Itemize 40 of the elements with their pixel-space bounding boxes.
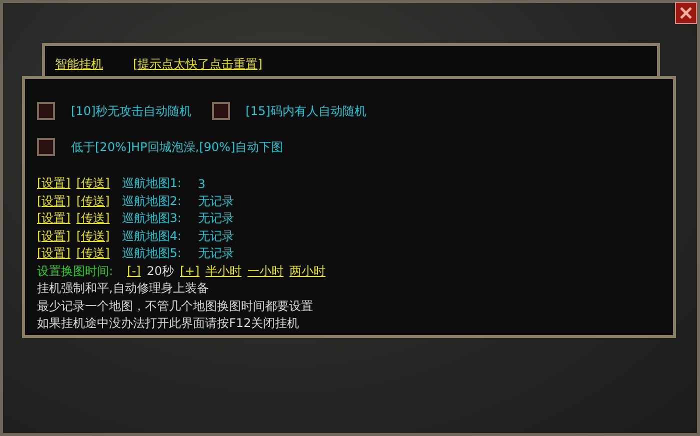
checkbox[interactable] <box>212 102 230 120</box>
time-label: 设置换图时间: <box>37 262 114 280</box>
set-link[interactable]: [设置] <box>37 228 70 245</box>
decrease-link[interactable]: [-] <box>127 264 141 278</box>
set-link[interactable]: [设置] <box>37 192 70 210</box>
close-icon <box>679 6 693 20</box>
preset-link[interactable]: 一小时 <box>247 262 284 280</box>
option-label: 低于[20%]HP回城泡澡,[90%]自动下图 <box>71 138 284 156</box>
teleport-link[interactable]: [传送] <box>76 175 110 192</box>
map-label: 巡航地图2: <box>122 192 182 210</box>
header-link[interactable]: [提示点太快了点击重置] <box>133 56 262 73</box>
teleport-link[interactable]: [传送] <box>76 192 110 210</box>
teleport-link[interactable]: [传送] <box>76 210 110 228</box>
close-button[interactable] <box>675 2 697 24</box>
set-link[interactable]: [设置] <box>37 175 70 192</box>
set-link[interactable]: [设置] <box>37 245 70 262</box>
map-label: 巡航地图1: <box>122 175 182 192</box>
preset-link[interactable]: 两小时 <box>289 262 326 280</box>
note-text: 如果挂机途中没办法打开此界面请按F12关闭挂机 <box>37 315 300 332</box>
teleport-link[interactable]: [传送] <box>76 228 110 245</box>
map-label: 巡航地图3: <box>122 210 182 228</box>
set-link[interactable]: [设置] <box>37 210 70 228</box>
teleport-link[interactable]: [传送] <box>76 245 110 262</box>
time-value: 20秒 <box>146 262 174 280</box>
option-label: [15]码内有人自动随机 <box>246 102 366 120</box>
map-value: 无记录 <box>198 245 234 262</box>
map-value: 3 <box>198 176 206 191</box>
note-text: 挂机强制和平,自动修理身上装备 <box>37 280 210 297</box>
increase-link[interactable]: [+] <box>180 264 200 278</box>
checkbox[interactable] <box>37 138 55 156</box>
map-value: 无记录 <box>198 228 234 245</box>
map-value: 无记录 <box>198 192 234 210</box>
note-text: 最少记录一个地图，不管几个地图换图时间都要设置 <box>37 298 314 314</box>
option-label: [10]秒无攻击自动随机 <box>71 102 192 120</box>
preset-link[interactable]: 半小时 <box>205 262 242 280</box>
map-label: 巡航地图4: <box>122 228 182 245</box>
header-link[interactable]: 智能挂机 <box>55 56 103 73</box>
map-value: 无记录 <box>198 210 234 228</box>
map-label: 巡航地图5: <box>122 245 182 262</box>
checkbox[interactable] <box>37 102 55 120</box>
